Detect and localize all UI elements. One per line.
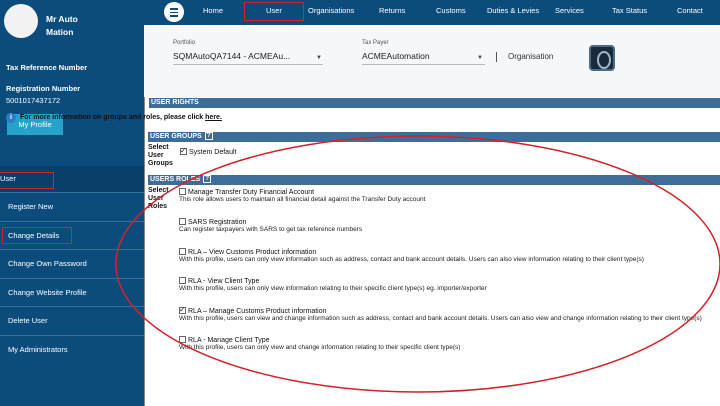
context-header: Portfolio SQMAutoQA7144 - ACMEAu... ▼ Ta… xyxy=(144,25,720,97)
role-title[interactable]: Manage Transfer Duty Financial Account xyxy=(179,188,719,196)
tax-ref-heading: Tax Reference Number xyxy=(6,63,88,72)
info-icon: i xyxy=(6,113,16,123)
tab-home[interactable]: Home xyxy=(203,0,223,25)
sars-logo-icon xyxy=(589,45,615,71)
tab-duties-levies[interactable]: Duties & Levies xyxy=(487,0,539,25)
tab-contact[interactable]: Contact xyxy=(677,0,703,25)
role-checkbox[interactable] xyxy=(179,277,186,284)
role-checkbox[interactable] xyxy=(179,188,186,195)
registration-heading: Registration Number xyxy=(6,84,81,93)
role-title[interactable]: RLA – Manage Customs Product information xyxy=(179,305,719,315)
tab-customs[interactable]: Customs xyxy=(436,0,466,25)
role-item: RLA – View Customs Product information W… xyxy=(179,248,719,263)
role-item: SARS Registration Can register taxpayers… xyxy=(179,218,719,233)
role-checkbox[interactable] xyxy=(179,248,186,255)
tab-organisations[interactable]: Organisations xyxy=(308,0,354,25)
taxpayer-label: Tax Payer xyxy=(362,40,389,46)
annotation-box-change-details xyxy=(2,227,72,244)
role-description: With this profile, users can only view i… xyxy=(179,285,487,292)
role-description: With this profile, users can view and ch… xyxy=(179,315,702,322)
role-checkbox[interactable] xyxy=(179,336,186,343)
role-description: With this profile, users can only view a… xyxy=(179,344,461,351)
info-text: For more information on groups and roles… xyxy=(20,114,222,121)
role-item: RLA – Manage Customs Product information… xyxy=(179,305,719,322)
divider xyxy=(496,52,497,62)
user-rights-heading: USER RIGHTS xyxy=(149,98,720,108)
help-icon[interactable]: ? xyxy=(203,175,212,184)
role-description: This role allows users to maintain all f… xyxy=(179,196,426,203)
role-description: Can register taxpayers with SARS to get … xyxy=(179,226,363,233)
role-title[interactable]: RLA – View Customs Product information xyxy=(179,248,719,256)
sidebar-item-register-new[interactable]: Register New xyxy=(0,192,144,221)
user-name: Mr Auto Mation xyxy=(46,14,78,37)
select-user-groups-label: Select User Groups xyxy=(148,144,173,167)
role-description: With this profile, users can only view i… xyxy=(179,256,644,263)
role-checkbox[interactable] xyxy=(179,305,186,314)
info-link[interactable]: here. xyxy=(205,114,222,121)
sidebar-item-delete-user[interactable]: Delete User xyxy=(0,306,144,335)
taxpayer-caret-icon[interactable]: ▼ xyxy=(477,55,483,61)
sidebar-item-my-administrators[interactable]: My Administrators xyxy=(0,334,144,364)
user-groups-heading: USER GROUPS? xyxy=(148,132,720,142)
tab-returns[interactable]: Returns xyxy=(379,0,405,25)
select-user-roles-label: Select User Roles xyxy=(148,187,169,210)
annotation-box-user-tab xyxy=(244,2,304,21)
annotation-box-user-item xyxy=(0,172,54,189)
organisation-label: Organisation xyxy=(508,52,554,61)
role-item: Manage Transfer Duty Financial Account T… xyxy=(179,188,719,203)
help-icon[interactable]: ? xyxy=(204,132,213,141)
top-nav: Home User Organisations Returns Customs … xyxy=(144,0,720,25)
role-item: RLA - Manage Client Type With this profi… xyxy=(179,336,719,351)
group-checkbox[interactable] xyxy=(180,146,187,155)
tab-tax-status[interactable]: Tax Status xyxy=(612,0,647,25)
portfolio-caret-icon[interactable]: ▼ xyxy=(316,55,322,61)
sidebar-item-change-website-profile[interactable]: Change Website Profile xyxy=(0,277,144,307)
portfolio-select[interactable]: SQMAutoQA7144 - ACMEAu... xyxy=(173,51,323,65)
role-item: RLA - View Client Type With this profile… xyxy=(179,277,719,292)
sidebar: Mr Auto Mation Tax Reference Number Regi… xyxy=(0,0,144,406)
sidebar-item-change-own-password[interactable]: Change Own Password xyxy=(0,249,144,278)
user-roles-heading: USERS ROLES? xyxy=(148,175,720,185)
portfolio-label: Portfolio xyxy=(173,40,196,46)
group-option[interactable]: System Default xyxy=(180,146,236,156)
menu-icon[interactable] xyxy=(164,2,184,22)
registration-number: 5001017437172 xyxy=(6,96,61,105)
role-title[interactable]: SARS Registration xyxy=(179,218,719,226)
role-checkbox[interactable] xyxy=(179,218,186,225)
tab-services[interactable]: Services xyxy=(555,0,584,25)
sidebar-nav: User Register New Change Details Change … xyxy=(0,166,144,363)
role-title[interactable]: RLA - View Client Type xyxy=(179,277,719,285)
role-title[interactable]: RLA - Manage Client Type xyxy=(179,336,719,344)
taxpayer-select[interactable]: ACMEAutomation xyxy=(362,51,485,65)
avatar[interactable] xyxy=(4,4,38,38)
